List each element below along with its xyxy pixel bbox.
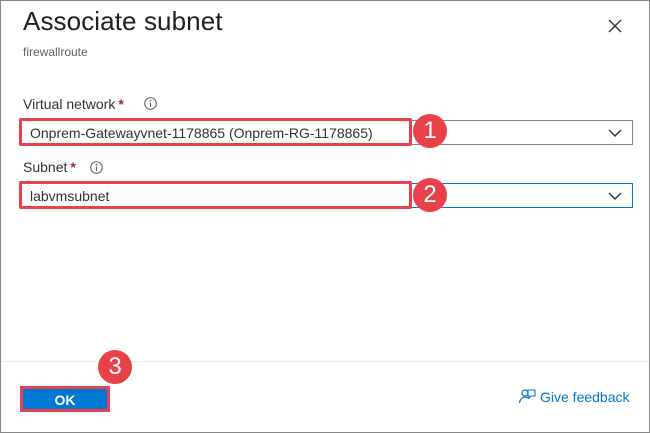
virtual-network-label: Virtual network * xyxy=(23,96,124,112)
info-icon[interactable] xyxy=(90,161,103,174)
give-feedback-link[interactable]: Give feedback xyxy=(518,388,630,406)
callout-2: 2 xyxy=(413,178,447,212)
highlight-box-1 xyxy=(19,118,412,146)
required-mark: * xyxy=(118,96,124,112)
give-feedback-label: Give feedback xyxy=(540,389,630,405)
close-icon[interactable] xyxy=(605,16,625,36)
feedback-icon xyxy=(518,389,536,404)
required-mark: * xyxy=(70,159,76,175)
dialog-title: Associate subnet xyxy=(23,6,223,36)
ok-button[interactable]: OK xyxy=(20,386,110,412)
subnet-label: Subnet * xyxy=(23,159,76,175)
subnet-label-text: Subnet xyxy=(23,159,68,175)
virtual-network-label-text: Virtual network xyxy=(23,96,116,112)
callout-3: 3 xyxy=(98,350,132,384)
dialog-subtitle: firewallroute xyxy=(23,45,88,59)
highlight-box-2 xyxy=(19,181,412,209)
callout-1: 1 xyxy=(413,114,447,148)
chevron-down-icon xyxy=(608,192,622,200)
info-icon[interactable] xyxy=(144,97,157,110)
chevron-down-icon xyxy=(608,129,622,137)
